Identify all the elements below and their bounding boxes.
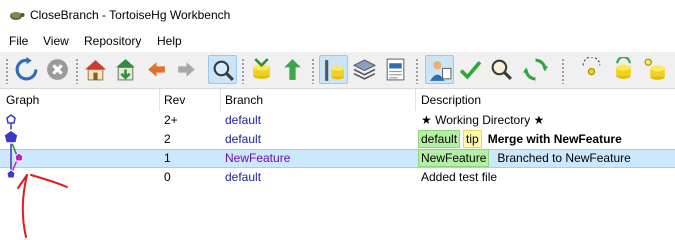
branch-cell: default xyxy=(225,170,262,184)
forward-button[interactable] xyxy=(172,55,201,84)
user-icon xyxy=(430,61,452,81)
revision-graph-button[interactable] xyxy=(319,55,348,84)
menu-repository[interactable]: Repository xyxy=(84,34,141,48)
search-button[interactable] xyxy=(487,55,516,84)
back-icon xyxy=(148,62,165,77)
branch-tag: NewFeature xyxy=(418,149,490,167)
toolbar-separator xyxy=(75,58,79,84)
column-header-rev[interactable]: Rev xyxy=(164,93,185,107)
stop-icon xyxy=(47,59,68,80)
description-cell: Added test file xyxy=(421,170,498,184)
description-text: Branched to NewFeature xyxy=(497,151,631,165)
column-header-description[interactable]: Description xyxy=(421,93,481,107)
menu-help[interactable]: Help xyxy=(157,34,182,48)
pull-button[interactable] xyxy=(111,55,140,84)
column-divider[interactable] xyxy=(159,89,160,111)
search-icon xyxy=(491,59,512,80)
toolbar-separator xyxy=(311,58,315,84)
toolbar-separator xyxy=(561,58,565,84)
menu-view[interactable]: View xyxy=(43,34,69,48)
stop-button[interactable] xyxy=(43,55,72,84)
log-icon xyxy=(386,58,405,81)
description-text: Merge with NewFeature xyxy=(487,132,622,146)
outgoing-button[interactable] xyxy=(278,55,307,84)
column-divider[interactable] xyxy=(220,89,221,111)
forward-icon xyxy=(178,62,195,77)
shelve-icon xyxy=(582,57,601,76)
repo-button[interactable] xyxy=(641,55,670,84)
rev-cell: 1 xyxy=(164,151,171,165)
menu-bar: File View Repository Help xyxy=(0,31,675,51)
toolbar-separator xyxy=(241,58,245,84)
working-directory-node[interactable] xyxy=(6,114,16,124)
shelve-button[interactable] xyxy=(577,55,606,84)
home-button[interactable] xyxy=(81,55,110,84)
tortoise-app-icon xyxy=(10,12,25,20)
pull-icon xyxy=(116,59,135,81)
refresh-button[interactable] xyxy=(12,55,41,84)
description-cell: default tip Merge with NewFeature xyxy=(418,130,622,148)
table-row[interactable]: 2+ default ★ Working Directory ★ xyxy=(0,111,675,130)
merge-icon xyxy=(284,59,301,80)
annotation-arrow xyxy=(17,174,68,238)
incoming-icon xyxy=(253,58,270,79)
workbench-user-button[interactable] xyxy=(425,55,454,84)
table-row[interactable]: 2 default default tip Merge with NewFeatur… xyxy=(0,130,675,149)
column-divider[interactable] xyxy=(415,89,416,111)
branch-cell: NewFeature xyxy=(225,151,291,165)
patch-button[interactable] xyxy=(609,55,638,84)
graph-view-icon xyxy=(325,60,344,81)
tip-tag: tip xyxy=(463,130,482,148)
rev-cell: 2+ xyxy=(164,113,178,127)
repo-icon xyxy=(644,58,665,80)
sync-icon xyxy=(523,58,548,81)
toolbar-separator xyxy=(5,58,9,84)
table-row[interactable]: 0 default Added test file xyxy=(0,168,675,187)
sync-button[interactable] xyxy=(521,55,550,84)
back-button[interactable] xyxy=(142,55,171,84)
menu-file[interactable]: File xyxy=(9,34,28,48)
log-button[interactable] xyxy=(381,55,410,84)
rev-cell: 0 xyxy=(164,170,171,184)
filter-icon xyxy=(213,60,234,81)
patch-icon xyxy=(616,57,631,79)
filter-toggle-button[interactable] xyxy=(208,55,237,84)
rev-cell: 2 xyxy=(164,132,171,146)
branch-tag: default xyxy=(418,130,461,148)
refresh-icon xyxy=(15,57,38,81)
commit-button[interactable] xyxy=(456,55,485,84)
toolbar-separator xyxy=(415,58,419,84)
description-cell: ★ Working Directory ★ xyxy=(421,113,545,127)
branch-cell: default xyxy=(225,113,262,127)
column-header-branch[interactable]: Branch xyxy=(225,93,263,107)
title-bar: CloseBranch - TortoiseHg Workbench xyxy=(0,0,675,30)
window-title: CloseBranch - TortoiseHg Workbench xyxy=(30,8,231,22)
description-cell: NewFeature Branched to NewFeature xyxy=(418,149,631,167)
table-row-selected[interactable]: 1 NewFeature NewFeature Branched to NewFe… xyxy=(0,149,675,168)
commit-icon xyxy=(459,61,482,80)
home-icon xyxy=(85,60,106,81)
stack-icon xyxy=(352,59,377,80)
column-header-graph[interactable]: Graph xyxy=(6,93,39,107)
stack-button[interactable] xyxy=(350,55,379,84)
toolbar xyxy=(0,52,675,89)
incoming-button[interactable] xyxy=(247,55,276,84)
branch-cell: default xyxy=(225,132,262,146)
revision-table-header: Graph Rev Branch Description xyxy=(0,89,675,111)
